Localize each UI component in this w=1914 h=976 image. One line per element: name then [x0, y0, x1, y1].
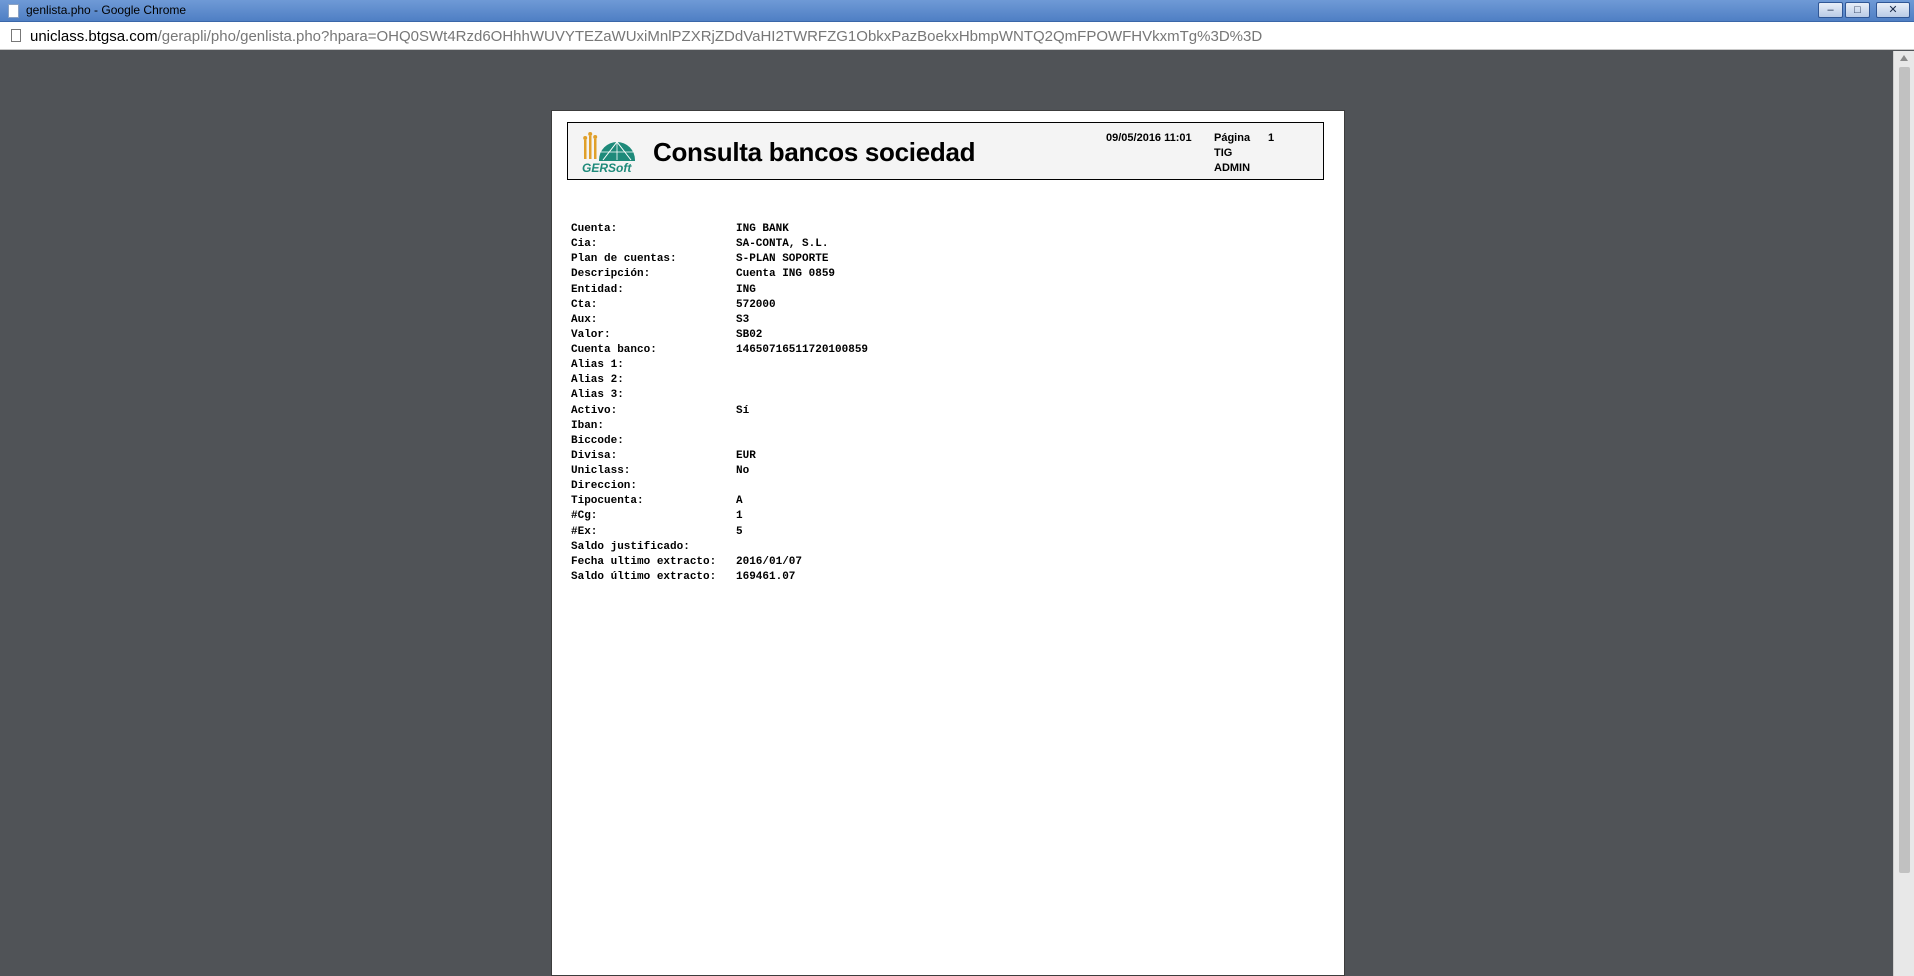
field-row: Uniclass: No [571, 464, 971, 479]
page-number: 1 [1268, 132, 1275, 144]
field-row: Descripción: Cuenta ING 0859 [571, 267, 971, 282]
field-label: Cta: [571, 298, 598, 311]
field-value: 2016/01/07 [736, 555, 803, 568]
field-row: Plan de cuentas: S-PLAN SOPORTE [571, 252, 971, 267]
page-label: Página [1214, 132, 1251, 144]
user-name: ADMIN [1214, 162, 1251, 174]
field-label: Saldo justificado: [571, 540, 690, 553]
field-label: Alias 3: [571, 389, 624, 402]
company-code: TIG [1214, 147, 1233, 159]
field-value: EUR [736, 449, 756, 462]
field-value: S3 [736, 313, 750, 326]
report-date: 09/05/2016 11:01 [1106, 132, 1192, 144]
gersoft-logo: GERSoft [582, 132, 635, 174]
field-label: Tipocuenta: [571, 495, 644, 508]
field-value: No [736, 465, 750, 477]
report-title: Consulta bancos sociedad [653, 137, 976, 167]
field-row: Aux: S3 [571, 313, 971, 328]
field-label: Alias 1: [571, 359, 624, 372]
page-icon [8, 4, 19, 18]
field-label: Entidad: [571, 283, 624, 296]
report-page: GERSoft Consulta bancos sociedad 09/05/2… [551, 110, 1345, 976]
field-row: Saldo último extracto: 169461.07 [571, 570, 971, 585]
field-row: Direccion: [571, 479, 971, 494]
field-row: Cuenta banco: 14650716511720100859 [571, 343, 971, 358]
field-label: Direccion: [571, 480, 638, 493]
field-label: Cia: [571, 238, 598, 251]
field-value: S-PLAN SOPORTE [736, 253, 829, 266]
document-icon [11, 29, 21, 42]
field-row: Tipocuenta: A [571, 494, 971, 509]
field-value: 169461.07 [736, 570, 796, 583]
report-header: GERSoft Consulta bancos sociedad 09/05/2… [567, 122, 1324, 180]
account-fields: Cuenta: ING BANK Cia: SA-CONTA, S.L. Plan … [571, 222, 971, 585]
field-row: Entidad: ING [571, 283, 971, 298]
field-row: Saldo justificado: [571, 540, 971, 555]
field-value: ING [736, 283, 756, 296]
field-row: Activo: Sí [571, 404, 971, 419]
scroll-up-arrow-icon[interactable] [1900, 55, 1908, 61]
field-label: Saldo último extracto: [571, 570, 717, 583]
field-row: Alias 3: [571, 388, 971, 403]
field-row: Valor: SB02 [571, 328, 971, 343]
field-label: Biccode: [571, 434, 624, 447]
field-label: #Ex: [571, 525, 598, 538]
field-label: Descripción: [571, 268, 651, 281]
field-row: Alias 1: [571, 358, 971, 373]
field-label: Cuenta: [571, 223, 618, 235]
field-row: Cia: SA-CONTA, S.L. [571, 237, 971, 252]
field-row: Alias 2: [571, 373, 971, 388]
close-button[interactable]: ✕ [1876, 2, 1910, 18]
logo-text: GERSoft [582, 161, 632, 174]
url-path: /gerapli/pho/genlista.pho?hpara=OHQ0SWt4… [157, 28, 1263, 45]
field-value: SB02 [736, 328, 763, 341]
field-value: 572000 [736, 298, 776, 311]
field-label: Aux: [571, 313, 598, 326]
window-title-bar: genlista.pho - Google Chrome – □ ✕ [0, 0, 1914, 22]
field-value: ING BANK [736, 223, 789, 235]
field-value: Cuenta ING 0859 [736, 268, 836, 281]
field-value: SA-CONTA, S.L. [736, 238, 829, 251]
field-row: #Ex: 5 [571, 525, 971, 540]
field-row: #Cg: 1 [571, 509, 971, 524]
field-value: 14650716511720100859 [736, 344, 869, 356]
scrollbar-thumb[interactable] [1899, 67, 1910, 873]
field-label: Activo: [571, 404, 618, 417]
field-value: A [736, 495, 743, 508]
field-row: Cuenta: ING BANK [571, 222, 971, 237]
field-row: Divisa: EUR [571, 449, 971, 464]
field-label: Valor: [571, 328, 611, 341]
vertical-scrollbar[interactable] [1893, 51, 1914, 976]
field-label: Uniclass: [571, 465, 631, 477]
field-label: Cuenta banco: [571, 344, 657, 356]
url-text[interactable]: uniclass.btgsa.com/gerapli/pho/genlista.… [30, 28, 1262, 45]
field-label: #Cg: [571, 510, 598, 523]
field-label: Iban: [571, 419, 605, 432]
field-label: Alias 2: [571, 374, 624, 387]
field-row: Cta: 572000 [571, 298, 971, 313]
url-domain: uniclass.btgsa.com [30, 28, 158, 45]
field-label: Plan de cuentas: [571, 253, 677, 266]
field-row: Biccode: [571, 434, 971, 449]
window-title: genlista.pho - Google Chrome [26, 3, 187, 17]
field-label: Divisa: [571, 449, 618, 462]
field-row: Fecha ultimo extracto: 2016/01/07 [571, 555, 971, 570]
field-value: Sí [736, 404, 750, 417]
field-row: Iban: [571, 419, 971, 434]
field-value: 1 [736, 510, 743, 523]
field-label: Fecha ultimo extracto: [571, 555, 717, 568]
maximize-button[interactable]: □ [1845, 2, 1870, 18]
address-bar[interactable]: uniclass.btgsa.com/gerapli/pho/genlista.… [0, 22, 1914, 50]
minimize-button[interactable]: – [1818, 2, 1843, 18]
field-value: 5 [736, 525, 743, 538]
